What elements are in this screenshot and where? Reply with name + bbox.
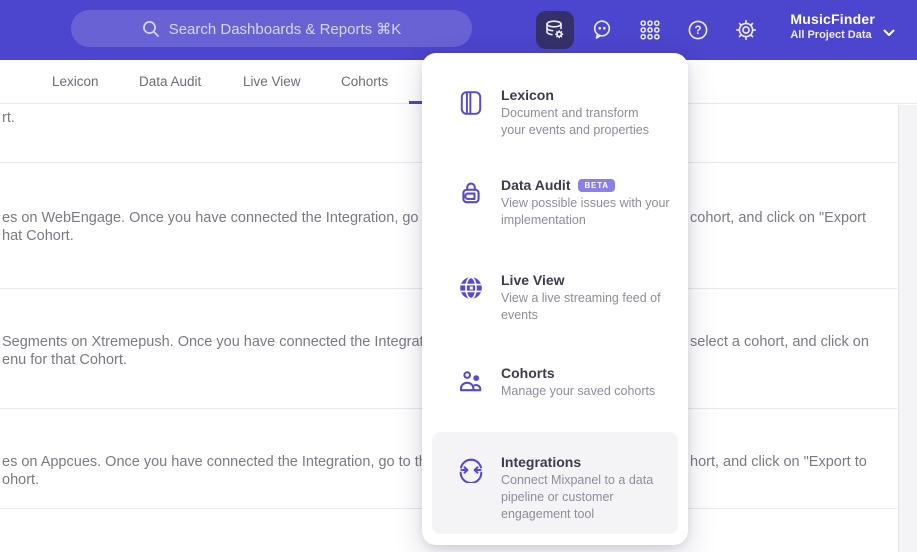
- menu-item-title: Integrations: [501, 454, 582, 470]
- menu-item-description: your events and properties: [501, 123, 650, 137]
- chat-bubble-icon: [590, 18, 614, 42]
- lexicon-book-icon: [458, 90, 484, 116]
- project-name: MusicFinder: [790, 11, 875, 27]
- menu-item-lexicon[interactable]: Lexicon Document and transform your even…: [422, 87, 688, 138]
- row-text: hat Cohort.: [2, 228, 74, 244]
- app-window: rt. es on WebEngage. Once you have conne…: [0, 0, 917, 552]
- question-mark-icon: ?: [686, 18, 710, 42]
- data-management-button[interactable]: [536, 11, 574, 49]
- integrations-sync-icon: [458, 457, 484, 484]
- beta-badge: BETA: [578, 179, 615, 192]
- menu-item-data-audit[interactable]: Data Audit BETA View possible issues wit…: [422, 177, 688, 228]
- settings-button[interactable]: [727, 11, 765, 49]
- menu-item-description: View a live streaming feed of: [501, 291, 661, 305]
- tab-data-audit[interactable]: Data Audit: [139, 74, 201, 89]
- row-text: cohort, and click on "Export: [690, 210, 867, 226]
- row-text: select a cohort, and click on: [690, 334, 869, 350]
- scroll-gutter[interactable]: [898, 105, 917, 552]
- help-button[interactable]: ?: [679, 11, 717, 49]
- menu-item-description: Connect Mixpanel to a data: [501, 473, 654, 487]
- menu-item-description: events: [501, 308, 538, 322]
- project-selector[interactable]: MusicFinder All Project Data: [790, 11, 875, 41]
- menu-item-title: Lexicon: [501, 87, 554, 103]
- feedback-button[interactable]: [583, 11, 621, 49]
- menu-item-title: Cohorts: [501, 365, 555, 381]
- row-text: hort, and click on "Export to: [690, 454, 867, 470]
- search-icon: [142, 20, 160, 38]
- grid-icon: [638, 18, 662, 42]
- data-audit-lock-icon: [458, 180, 484, 206]
- data-management-menu: Lexicon Document and transform your even…: [422, 53, 688, 545]
- cohorts-people-icon: [458, 368, 484, 394]
- search-placeholder: Search Dashboards & Reports ⌘K: [168, 20, 402, 38]
- menu-item-description: Document and transform: [501, 106, 639, 120]
- menu-item-cohorts[interactable]: Cohorts Manage your saved cohorts: [422, 365, 688, 399]
- menu-item-title: Live View: [501, 272, 565, 288]
- menu-item-integrations[interactable]: Integrations Connect Mixpanel to a data …: [432, 432, 678, 534]
- tab-live-view[interactable]: Live View: [243, 74, 301, 89]
- row-text: ohort.: [2, 472, 40, 488]
- gear-icon: [734, 18, 758, 42]
- search-input[interactable]: Search Dashboards & Reports ⌘K: [71, 10, 472, 47]
- menu-item-live-view[interactable]: Live View View a live streaming feed of …: [422, 272, 688, 323]
- menu-item-title: Data Audit: [501, 177, 571, 193]
- apps-grid-button[interactable]: [631, 11, 669, 49]
- svg-text:?: ?: [694, 25, 701, 37]
- menu-item-description: Manage your saved cohorts: [501, 384, 656, 398]
- row-text: es on Appcues. Once you have connected t…: [2, 454, 451, 470]
- row-text: es on WebEngage. Once you have connected…: [2, 210, 459, 226]
- menu-item-description: implementation: [501, 213, 586, 227]
- tab-cohorts[interactable]: Cohorts: [341, 74, 388, 89]
- live-view-globe-icon: [458, 275, 484, 301]
- database-gear-icon: [543, 18, 567, 42]
- menu-item-description: engagement tool: [501, 507, 595, 521]
- project-scope: All Project Data: [790, 29, 872, 41]
- row-text: enu for that Cohort.: [2, 352, 127, 368]
- menu-item-description: View possible issues with your: [501, 196, 670, 210]
- menu-item-description: pipeline or customer: [501, 490, 614, 504]
- row-text: rt.: [2, 110, 15, 126]
- tab-lexicon[interactable]: Lexicon: [52, 74, 99, 89]
- row-text: Segments on Xtremepush. Once you have co…: [2, 334, 447, 350]
- chevron-down-icon[interactable]: [883, 24, 895, 42]
- top-bar: Search Dashboards & Reports ⌘K ? MusicFi…: [0, 0, 917, 60]
